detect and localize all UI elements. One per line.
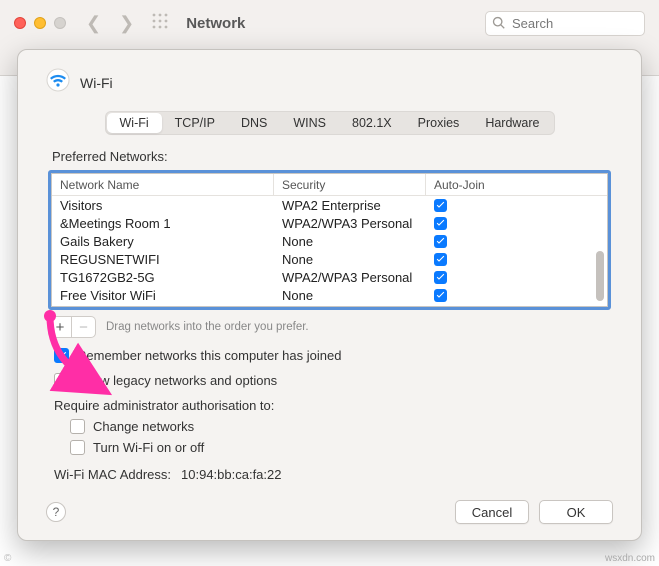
titlebar: ❮ ❯ Network: [0, 0, 659, 46]
sheet-title: Wi-Fi: [80, 75, 113, 91]
table-row[interactable]: Free Visitor WiFi None: [52, 286, 607, 304]
network-name-cell: Visitors: [52, 198, 274, 213]
change-networks-checkbox[interactable]: [70, 419, 85, 434]
network-autojoin-cell: [426, 270, 496, 285]
wifi-icon: [46, 68, 70, 97]
network-autojoin-cell: [426, 198, 496, 213]
wifi-advanced-sheet: Wi-Fi Wi-Fi TCP/IP DNS WINS 802.1X Proxi…: [17, 49, 642, 541]
table-row[interactable]: TG1672GB2-5G WPA2/WPA3 Personal: [52, 268, 607, 286]
tab-wins[interactable]: WINS: [280, 113, 339, 133]
tab-hardware[interactable]: Hardware: [472, 113, 552, 133]
column-auto-join[interactable]: Auto-Join: [426, 174, 496, 195]
add-network-button[interactable]: +: [48, 316, 72, 338]
column-network-name[interactable]: Network Name: [52, 174, 274, 195]
preferred-networks-highlight: Network Name Security Auto-Join Visitors…: [48, 170, 611, 310]
tab-proxies[interactable]: Proxies: [405, 113, 473, 133]
forward-button: ❯: [119, 13, 134, 34]
cancel-button[interactable]: Cancel: [455, 500, 529, 524]
network-name-cell: REGUSNETWIFI: [52, 252, 274, 267]
network-security-cell: WPA2/WPA3 Personal: [274, 216, 426, 231]
search-wrap: [485, 11, 645, 36]
autojoin-checkbox[interactable]: [434, 253, 447, 266]
network-security-cell: WPA2/WPA3 Personal: [274, 270, 426, 285]
table-header: Network Name Security Auto-Join: [52, 174, 607, 196]
back-button[interactable]: ❮: [86, 13, 101, 34]
close-window-button[interactable]: [14, 17, 26, 29]
network-name-cell: TG1672GB2-5G: [52, 270, 274, 285]
ok-button[interactable]: OK: [539, 500, 613, 524]
minimize-window-button[interactable]: [34, 17, 46, 29]
table-row[interactable]: REGUSNETWIFI None: [52, 250, 607, 268]
network-security-cell: WPA2 Enterprise: [274, 198, 426, 213]
turn-wifi-label: Turn Wi-Fi on or off: [93, 440, 204, 455]
network-name-cell: Free Visitor WiFi: [52, 288, 274, 303]
remember-networks-checkbox[interactable]: [54, 348, 69, 363]
require-auth-label: Require administrator authorisation to:: [54, 398, 613, 413]
autojoin-checkbox[interactable]: [434, 217, 447, 230]
remove-network-button[interactable]: −: [72, 316, 96, 338]
network-name-cell: Gails Bakery: [52, 234, 274, 249]
network-security-cell: None: [274, 234, 426, 249]
autojoin-checkbox[interactable]: [434, 271, 447, 284]
tab-bar: Wi-Fi TCP/IP DNS WINS 802.1X Proxies Har…: [46, 111, 613, 135]
app-grid-icon[interactable]: [152, 13, 186, 34]
column-security[interactable]: Security: [274, 174, 426, 195]
tab-dns[interactable]: DNS: [228, 113, 280, 133]
network-security-cell: None: [274, 288, 426, 303]
copyright-mark: ©: [4, 553, 11, 564]
change-networks-label: Change networks: [93, 419, 194, 434]
remember-networks-label: Remember networks this computer has join…: [77, 348, 341, 363]
watermark: wsxdn.com: [605, 553, 655, 564]
autojoin-checkbox[interactable]: [434, 199, 447, 212]
search-icon: [492, 16, 506, 30]
preferred-networks-label: Preferred Networks:: [52, 149, 613, 164]
network-name-cell: &Meetings Room 1: [52, 216, 274, 231]
zoom-window-button: [54, 17, 66, 29]
window-title: Network: [186, 15, 245, 32]
network-autojoin-cell: [426, 234, 496, 249]
table-row[interactable]: &Meetings Room 1 WPA2/WPA3 Personal: [52, 214, 607, 232]
drag-hint-label: Drag networks into the order you prefer.: [106, 321, 309, 333]
tab-wifi[interactable]: Wi-Fi: [107, 113, 162, 133]
network-autojoin-cell: [426, 288, 496, 303]
network-autojoin-cell: [426, 252, 496, 267]
mac-address-value: 10:94:bb:ca:fa:22: [181, 467, 281, 482]
tab-8021x[interactable]: 802.1X: [339, 113, 405, 133]
show-legacy-label: Show legacy networks and options: [77, 373, 277, 388]
tab-tcpip[interactable]: TCP/IP: [162, 113, 228, 133]
preferred-networks-table[interactable]: Network Name Security Auto-Join Visitors…: [51, 173, 608, 307]
table-row[interactable]: Visitors WPA2 Enterprise: [52, 196, 607, 214]
nav-buttons: ❮ ❯: [86, 13, 134, 34]
network-security-cell: None: [274, 252, 426, 267]
show-legacy-checkbox[interactable]: [54, 373, 69, 388]
turn-wifi-checkbox[interactable]: [70, 440, 85, 455]
network-autojoin-cell: [426, 216, 496, 231]
autojoin-checkbox[interactable]: [434, 235, 447, 248]
help-button[interactable]: ?: [46, 502, 66, 522]
table-scrollbar[interactable]: [594, 199, 604, 302]
mac-address-label: Wi-Fi MAC Address:: [54, 467, 171, 482]
autojoin-checkbox[interactable]: [434, 289, 447, 302]
search-input[interactable]: [485, 11, 645, 36]
window-controls: [14, 17, 66, 29]
table-row[interactable]: Gails Bakery None: [52, 232, 607, 250]
